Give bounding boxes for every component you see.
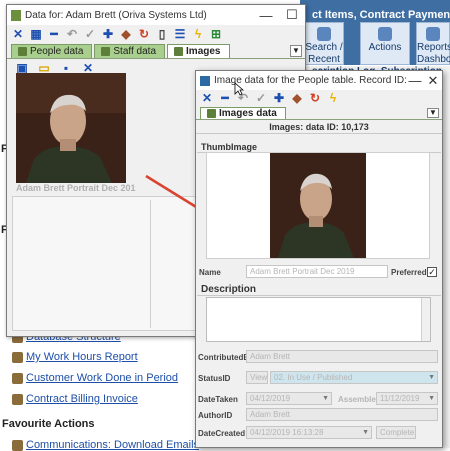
- tab-dropdown-button[interactable]: ▼: [290, 45, 302, 57]
- portrait-image[interactable]: [16, 73, 126, 183]
- undo-icon[interactable]: ↶: [65, 27, 79, 41]
- eraser-icon[interactable]: ◆: [290, 91, 304, 105]
- actions-icon: [378, 27, 392, 41]
- maximize-button[interactable]: ☐: [279, 7, 305, 23]
- refresh-icon[interactable]: ↻: [308, 91, 322, 105]
- description-textarea[interactable]: [206, 297, 431, 342]
- lightning-icon[interactable]: ϟ: [191, 27, 205, 41]
- hierarchy-icon[interactable]: ⊞: [209, 27, 223, 41]
- tab-dropdown-button[interactable]: ▼: [427, 108, 439, 118]
- email-icon: [12, 440, 23, 451]
- authorid-field[interactable]: Adam Brett: [246, 408, 438, 421]
- report-icon: [12, 352, 23, 363]
- name-field[interactable]: Adam Brett Portrait Dec 2019: [246, 265, 388, 278]
- delete-icon[interactable]: ━: [218, 91, 232, 105]
- statusid-dropdown[interactable]: 02. In Use / Published ▼: [270, 371, 438, 384]
- add-icon[interactable]: ✚: [101, 27, 115, 41]
- close-record-icon[interactable]: ✕: [11, 27, 25, 41]
- window1-tabs: People data Staff data Images ▼: [7, 43, 305, 59]
- minimize-button[interactable]: —: [406, 73, 424, 88]
- chevron-down-icon: ▼: [362, 429, 369, 436]
- mouse-cursor-icon: [234, 82, 244, 96]
- assembled-label: Assembled: [338, 395, 381, 404]
- staff-icon: [101, 47, 111, 56]
- close-button[interactable]: ✕: [424, 73, 442, 89]
- search-recent-button[interactable]: Search / Recent: [304, 22, 344, 65]
- preferred-checkbox[interactable]: ✓: [427, 267, 437, 277]
- statusid-label: StatusID: [198, 374, 231, 383]
- delete-icon[interactable]: ━: [47, 27, 61, 41]
- tab-people-data[interactable]: People data: [11, 44, 93, 58]
- description-section-header: Description: [197, 284, 441, 296]
- status-view-button[interactable]: View: [246, 371, 268, 384]
- assembled-field[interactable]: 11/12/2019 ▼: [376, 392, 438, 405]
- images-icon: [207, 109, 216, 118]
- ribbon-title: ct Items, Contract Payments: [312, 9, 450, 21]
- favourite-actions-heading: Favourite Actions: [2, 418, 95, 430]
- datetaken-field[interactable]: 04/12/2019 ▼: [246, 392, 332, 405]
- chevron-down-icon: ▼: [322, 395, 329, 402]
- complete-field[interactable]: Complete: [376, 426, 416, 439]
- link-work-hours-report[interactable]: My Work Hours Report: [26, 351, 138, 363]
- report-icon: [12, 394, 23, 405]
- record-header: Images: data ID: 10,173: [196, 120, 442, 134]
- eraser-icon[interactable]: ◆: [119, 27, 133, 41]
- window1-toolbar: ✕ ▦ ━ ↶ ✓ ✚ ◆ ↻ ▯ ☰ ϟ ⊞: [7, 25, 305, 43]
- minimize-button[interactable]: —: [253, 8, 279, 23]
- link-download-emails[interactable]: Communications: Download Emails: [26, 439, 199, 451]
- contributedby-field[interactable]: Adam Brett: [246, 350, 438, 363]
- search-icon: [317, 27, 331, 41]
- list-icon[interactable]: ☰: [173, 27, 187, 41]
- name-label: Name: [199, 268, 221, 277]
- window2-titlebar[interactable]: Image data for the People table. Record …: [196, 71, 442, 90]
- check-icon[interactable]: ✓: [254, 91, 268, 105]
- window1-titlebar[interactable]: Data for: Adam Brett (Oriva Systems Ltd)…: [7, 5, 305, 25]
- tab-images-data[interactable]: Images data: [200, 107, 286, 119]
- grid-view-icon[interactable]: ▦: [29, 27, 43, 41]
- authorid-label: AuthorID: [198, 411, 233, 420]
- preferred-label: Preferred: [391, 268, 427, 277]
- window1-title: Data for: Adam Brett (Oriva Systems Ltd): [25, 9, 207, 21]
- chevron-down-icon: ▼: [428, 395, 435, 402]
- refresh-icon[interactable]: ↻: [137, 27, 151, 41]
- link-contract-billing-invoice[interactable]: Contract Billing Invoice: [26, 393, 138, 405]
- image-caption: Adam Brett Portrait Dec 2019: [16, 183, 136, 193]
- link-customer-work-done[interactable]: Customer Work Done in Period: [26, 372, 178, 384]
- chevron-down-icon: ▼: [428, 374, 435, 381]
- datetaken-label: DateTaken: [198, 395, 238, 404]
- people-icon: [18, 47, 27, 56]
- thumbnail-image[interactable]: [270, 153, 366, 258]
- datecreated-field[interactable]: 04/12/2019 16:13:28 ▼: [246, 426, 372, 439]
- images-icon: [174, 47, 184, 56]
- report-icon: [12, 373, 23, 384]
- reports-dashboard-button[interactable]: Reports Dashboa: [416, 22, 450, 65]
- app-icon: [11, 9, 21, 21]
- add-icon[interactable]: ✚: [272, 91, 286, 105]
- document-icon[interactable]: ▯: [155, 27, 169, 41]
- reports-icon: [426, 27, 440, 41]
- close-record-icon[interactable]: ✕: [200, 91, 214, 105]
- check-icon[interactable]: ✓: [83, 27, 97, 41]
- image-app-icon: [200, 75, 210, 86]
- actions-button[interactable]: Actions: [360, 22, 410, 65]
- datecreated-label: DateCreated: [198, 429, 246, 438]
- tab-staff-data[interactable]: Staff data: [94, 44, 166, 58]
- window2-tabs: Images data ▼: [196, 106, 442, 120]
- lightning-icon[interactable]: ϟ: [326, 91, 340, 105]
- window2-toolbar: ✕ ━ ↶ ✓ ✚ ◆ ↻ ϟ: [196, 90, 442, 106]
- tab-images[interactable]: Images: [167, 44, 230, 58]
- description-scrollbar[interactable]: [421, 298, 430, 341]
